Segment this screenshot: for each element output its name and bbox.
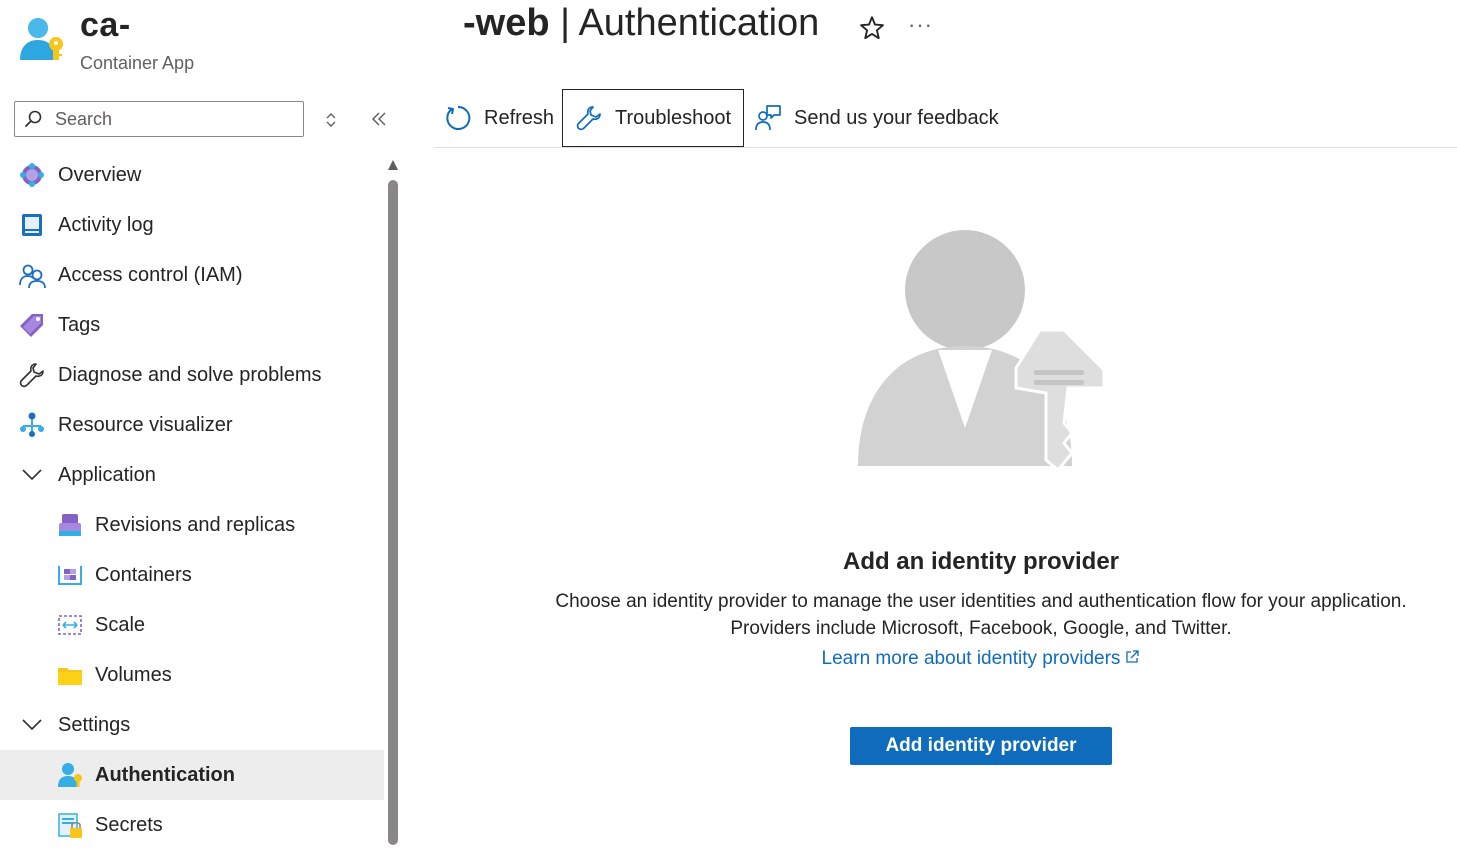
- star-icon[interactable]: [858, 14, 886, 42]
- sidebar-item-activity-log[interactable]: Activity log: [0, 200, 384, 250]
- activity-log-icon: [22, 214, 42, 236]
- sidebar-group-label: Settings: [58, 713, 131, 736]
- sidebar-item-resource-visualizer[interactable]: Resource visualizer: [0, 400, 384, 450]
- learn-more-link[interactable]: Learn more about identity providers: [434, 648, 1457, 670]
- learn-more-label[interactable]: Learn more about identity providers: [822, 648, 1121, 669]
- sidebar-item-containers[interactable]: Containers: [0, 550, 384, 600]
- wrench-icon: [19, 363, 44, 388]
- empty-state-title: Add an identity provider: [842, 548, 1120, 575]
- sidebar-item-label: Scale: [95, 613, 146, 636]
- page-title-resource: -web: [463, 2, 550, 44]
- page-title-blade: Authentication: [578, 2, 820, 44]
- wrench-icon: [576, 106, 601, 131]
- refresh-icon: [446, 105, 471, 130]
- resource-name: ca-: [80, 6, 131, 44]
- page-title-separator: |: [549, 2, 579, 44]
- sidebar-item-label: Activity log: [58, 213, 154, 236]
- command-bar: Refresh Troubleshoot Send us your feedba…: [434, 89, 1457, 148]
- sidebar-scrollbar[interactable]: [386, 150, 400, 845]
- folder-icon: [58, 668, 82, 685]
- empty-state-line-1: Choose an identity provider to manage th…: [555, 591, 1407, 612]
- sidebar-item-access-control[interactable]: Access control (IAM): [0, 250, 384, 300]
- more-options-icon[interactable]: ···: [908, 12, 933, 38]
- sidebar-item-label: Revisions and replicas: [95, 513, 296, 536]
- identity-provider-illustration: [858, 230, 1106, 473]
- container-app-auth-icon: [20, 18, 63, 60]
- sidebar-search[interactable]: [14, 101, 304, 137]
- sidebar-item-secrets[interactable]: Secrets: [0, 800, 384, 850]
- feedback-label: Send us your feedback: [794, 106, 999, 129]
- secrets-icon: [58, 813, 82, 838]
- sidebar-item-label: Authentication: [95, 763, 235, 786]
- sidebar-group-application[interactable]: Application: [0, 450, 384, 500]
- sidebar-item-label: Secrets: [95, 813, 163, 836]
- revisions-icon: [59, 514, 81, 536]
- chevron-down-icon: [22, 719, 42, 731]
- authentication-icon: [58, 763, 82, 787]
- troubleshoot-button[interactable]: Troubleshoot: [562, 89, 744, 147]
- sidebar-item-label: Volumes: [95, 663, 172, 686]
- feedback-icon: [755, 105, 781, 131]
- resource-type: Container App: [80, 53, 195, 73]
- refresh-button[interactable]: Refresh: [444, 89, 554, 147]
- sidebar-item-label: Resource visualizer: [58, 413, 233, 436]
- tag-icon: [20, 314, 43, 337]
- sidebar-item-diagnose[interactable]: Diagnose and solve problems: [0, 350, 384, 400]
- search-icon: [25, 110, 42, 127]
- sidebar-item-tags[interactable]: Tags: [0, 300, 384, 350]
- sidebar-item-overview[interactable]: Overview: [0, 150, 384, 200]
- overview-icon: [20, 163, 44, 187]
- iam-icon: [19, 264, 46, 289]
- page-title: -web | Authentication: [463, 2, 819, 45]
- sidebar-item-label: Diagnose and solve problems: [58, 363, 322, 386]
- sidebar-item-label: Access control (IAM): [58, 263, 243, 286]
- empty-state-line-2: Providers include Microsoft, Facebook, G…: [730, 618, 1232, 639]
- containers-icon: [58, 566, 82, 585]
- sidebar-group-label: Application: [58, 463, 156, 486]
- sidebar-item-volumes[interactable]: Volumes: [0, 650, 384, 700]
- scale-icon: [58, 615, 82, 635]
- troubleshoot-label: Troubleshoot: [615, 106, 731, 129]
- add-identity-provider-button[interactable]: Add identity provider: [850, 727, 1112, 765]
- collapse-sidebar-icon[interactable]: [368, 108, 390, 130]
- search-input[interactable]: [53, 107, 277, 131]
- sidebar-item-label: Tags: [58, 313, 101, 336]
- refresh-label: Refresh: [484, 106, 555, 129]
- visualizer-icon: [20, 412, 44, 437]
- sidebar-item-scale[interactable]: Scale: [0, 600, 384, 650]
- sidebar-item-label: Overview: [58, 163, 142, 186]
- expand-collapse-all-icon[interactable]: [322, 110, 340, 130]
- external-link-icon: [1126, 650, 1140, 663]
- sidebar-item-label: Containers: [95, 563, 192, 586]
- empty-state-description: Choose an identity provider to manage th…: [434, 588, 1457, 642]
- sidebar-item-authentication[interactable]: Authentication: [0, 750, 384, 800]
- sidebar-item-revisions[interactable]: Revisions and replicas: [0, 500, 384, 550]
- feedback-button[interactable]: Send us your feedback: [754, 89, 999, 147]
- sidebar-group-settings[interactable]: Settings: [0, 700, 384, 750]
- chevron-down-icon: [22, 469, 42, 481]
